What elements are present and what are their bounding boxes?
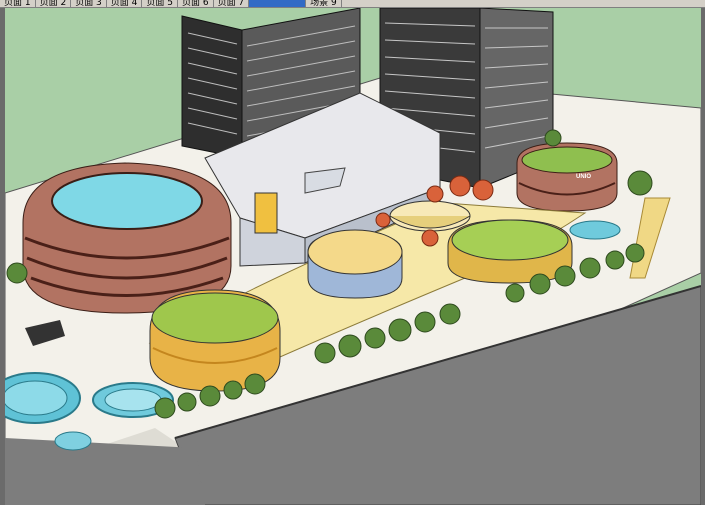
road-left — [5, 438, 205, 505]
scene-tab-7[interactable]: 页面 7 — [214, 0, 250, 7]
scene-tab-bar: 页面 1 页面 2 页面 3 页面 4 页面 5 页面 6 页面 7 场景 9 — [0, 0, 705, 8]
scene-tab-active[interactable] — [249, 0, 307, 7]
scene-tab-5[interactable]: 页面 5 — [142, 0, 178, 7]
model-viewport[interactable]: UNIO — [5, 8, 701, 505]
scene-tab-6[interactable]: 页面 6 — [178, 0, 214, 7]
building-sign: UNIO — [576, 174, 591, 180]
green-roof-right — [447, 219, 573, 284]
viewport-right-frame — [701, 8, 705, 505]
scene-tab-9[interactable]: 场景 9 — [306, 0, 342, 7]
rooftop-pool-left — [51, 172, 203, 230]
center-oval-building — [307, 229, 403, 299]
scene-tab-1[interactable]: 页面 1 — [0, 0, 36, 7]
scene-tab-4[interactable]: 页面 4 — [107, 0, 143, 7]
drum-building-right: UNIO — [516, 142, 618, 212]
scene-tab-2[interactable]: 页面 2 — [36, 0, 72, 7]
back-oval-building — [389, 200, 471, 232]
scene-tab-3[interactable]: 页面 3 — [71, 0, 107, 7]
rooftop-garden-right — [521, 146, 613, 174]
facade-strip — [254, 192, 278, 234]
pond-right — [569, 220, 621, 240]
